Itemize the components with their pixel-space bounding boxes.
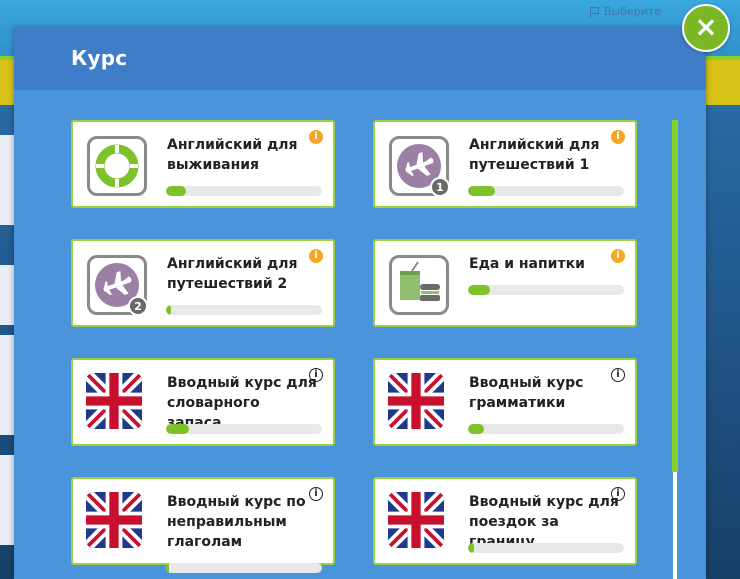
food-drink-icon [389,255,449,315]
course-name: Вводный курс по неправильным глаголам [167,494,306,550]
language-select-label: Выберите [604,5,662,18]
info-icon[interactable]: i [611,249,625,263]
course-name: Английский для путешествий 1 [469,137,600,173]
course-progress-bar [468,186,624,196]
uk-flag-icon [388,492,449,553]
uk-flag-icon [86,373,147,434]
course-card[interactable]: 1 Английский для путешествий 1 i [373,120,637,208]
course-card[interactable]: Еда и напитки i [373,239,637,327]
course-progress-bar [468,285,624,295]
info-icon[interactable]: i [611,368,625,382]
course-progress-fill [468,186,495,196]
course-progress-fill [166,305,171,315]
course-card[interactable]: Вводный курс для поездок за границу i [373,477,637,565]
course-progress-bar [468,543,624,553]
course-name: Еда и напитки [469,256,585,272]
course-name: Вводный курс грамматики [469,375,584,411]
course-name: Английский для выживания [167,137,298,173]
info-icon[interactable]: i [611,130,625,144]
info-icon[interactable]: i [309,130,323,144]
course-progress-fill [166,563,170,573]
info-icon[interactable]: i [309,368,323,382]
scrollbar-thumb[interactable] [672,120,678,472]
course-progress-bar [166,186,322,196]
course-level-badge: 2 [128,296,148,316]
course-progress-fill [468,285,490,295]
lifebuoy-icon [87,136,147,196]
course-level-badge: 1 [430,177,450,197]
info-icon[interactable]: i [611,487,625,501]
course-progress-fill [166,186,187,196]
course-card[interactable]: Английский для выживания i [71,120,335,208]
course-progress-fill [166,424,190,434]
app-right-panel [706,105,740,579]
flag-icon [590,6,600,18]
course-card[interactable]: Вводный курс грамматики i [373,358,637,446]
uk-flag-icon [86,492,147,553]
course-progress-bar [166,563,322,573]
course-progress-fill [468,424,484,434]
modal-header: Курс [14,28,706,90]
close-button[interactable]: × [682,4,730,52]
course-progress-bar [166,305,322,315]
language-select[interactable]: Выберите [590,3,690,21]
app-left-panel [0,105,14,579]
airplane-icon: 1 [389,136,450,197]
uk-flag-icon [388,373,449,434]
course-progress-bar [468,424,624,434]
course-card[interactable]: Вводный курс по неправильным глаголам i [71,477,335,573]
course-card[interactable]: 2 Английский для путешествий 2 i [71,239,335,327]
airplane-icon: 2 [87,255,148,316]
course-progress-bar [166,424,322,434]
course-card[interactable]: Вводный курс для словарного запаса i [71,358,335,446]
modal-title: Курс [71,46,128,70]
info-icon[interactable]: i [309,249,323,263]
course-name: Английский для путешествий 2 [167,256,298,292]
course-progress-fill [468,543,475,553]
info-icon[interactable]: i [309,487,323,501]
